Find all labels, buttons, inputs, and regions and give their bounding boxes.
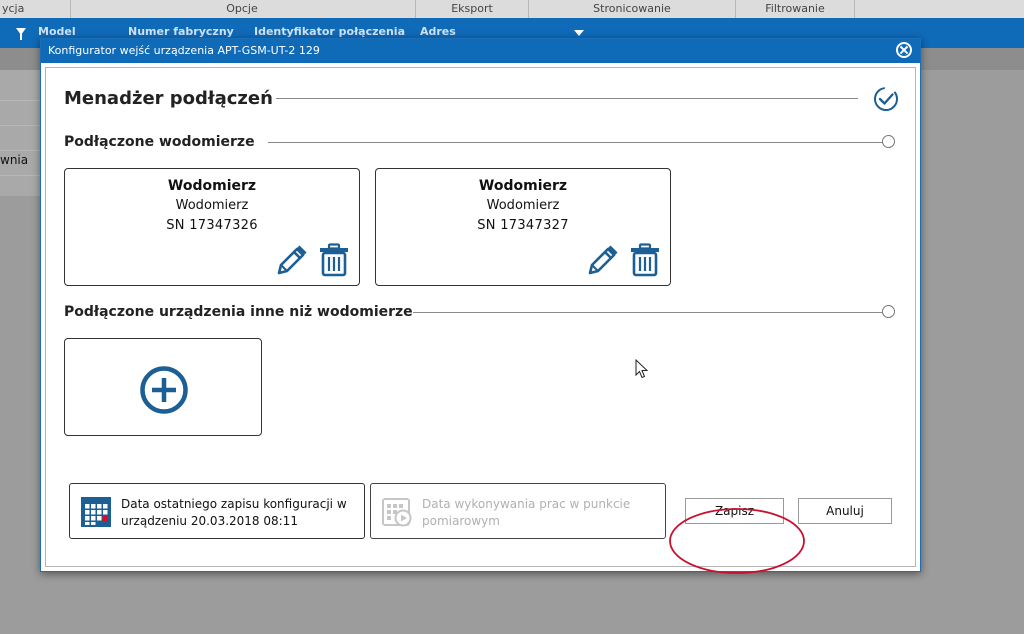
trash-icon[interactable]	[318, 243, 350, 277]
column-model[interactable]: Model	[38, 25, 76, 38]
calendar-play-icon	[382, 498, 412, 527]
meter-serial: SN 17347327	[477, 218, 569, 233]
filter-icon[interactable]	[16, 28, 26, 40]
plus-circle-icon[interactable]	[139, 365, 189, 415]
annotation-ellipse	[669, 508, 805, 574]
work-date-label: Data wykonywania prac w punkcie pomiarow…	[422, 497, 631, 528]
calendar-icon	[81, 497, 111, 527]
work-date-button[interactable]: Data wykonywania prac w punkcie pomiarow…	[370, 483, 666, 539]
dialog-content: Menadżer podłączeń Podłączone wodomierze…	[45, 67, 916, 574]
trash-icon[interactable]	[629, 243, 661, 277]
meter-type: Wodomierz	[486, 198, 560, 213]
config-dialog: Konfigurator wejść urządzenia APT-GSM-UT…	[40, 38, 921, 574]
meter-name: Wodomierz	[478, 178, 568, 194]
grid-cell: wnia	[0, 153, 29, 167]
meter-card: Wodomierz Wodomierz SN 17347327	[375, 168, 671, 286]
chevron-down-icon[interactable]	[574, 30, 584, 36]
radio-icon[interactable]	[882, 135, 895, 148]
close-icon[interactable]	[896, 42, 912, 58]
dialog-title: Konfigurator wejść urządzenia APT-GSM-UT…	[48, 44, 320, 57]
column-adres[interactable]: Adres	[420, 25, 456, 38]
cancel-button[interactable]: Anuluj	[798, 498, 892, 524]
meter-type: Wodomierz	[175, 198, 249, 213]
add-device-card[interactable]	[64, 338, 262, 436]
page-title: Menadżer podłączeń	[64, 88, 273, 109]
meter-card: Wodomierz Wodomierz SN 17347326	[64, 168, 360, 286]
meter-name: Wodomierz	[167, 178, 257, 194]
grid-rows	[0, 70, 40, 196]
column-identyfikator[interactable]: Identyfikator połączenia	[254, 25, 405, 38]
section-title-other: Podłączone urządzenia inne niż wodomierz…	[64, 304, 413, 320]
ribbon-tab-edycja[interactable]: ycja	[0, 0, 71, 18]
radio-icon[interactable]	[882, 305, 895, 318]
column-numer-fabryczny[interactable]: Numer fabryczny	[128, 25, 234, 38]
last-save-label: Data ostatniego zapisu konfiguracji w ur…	[121, 497, 347, 528]
ribbon-tab-stronicowanie[interactable]: Stronicowanie	[529, 0, 736, 18]
ribbon-tab-filtrowanie[interactable]: Filtrowanie	[736, 0, 855, 18]
dialog-titlebar: Konfigurator wejść urządzenia APT-GSM-UT…	[41, 39, 920, 63]
ribbon-tab-eksport[interactable]: Eksport	[416, 0, 529, 18]
ribbon-tab-opcje[interactable]: Opcje	[69, 0, 416, 18]
pencil-icon[interactable]	[275, 243, 307, 277]
check-circle-icon[interactable]	[873, 86, 899, 112]
ribbon-bar: ycja Opcje Eksport Stronicowanie Filtrow…	[0, 0, 1024, 19]
pencil-icon[interactable]	[586, 243, 618, 277]
last-save-button[interactable]: Data ostatniego zapisu konfiguracji w ur…	[69, 483, 365, 539]
section-title-meters: Podłączone wodomierze	[64, 134, 255, 150]
meter-serial: SN 17347326	[166, 218, 258, 233]
cursor-icon	[635, 359, 649, 379]
